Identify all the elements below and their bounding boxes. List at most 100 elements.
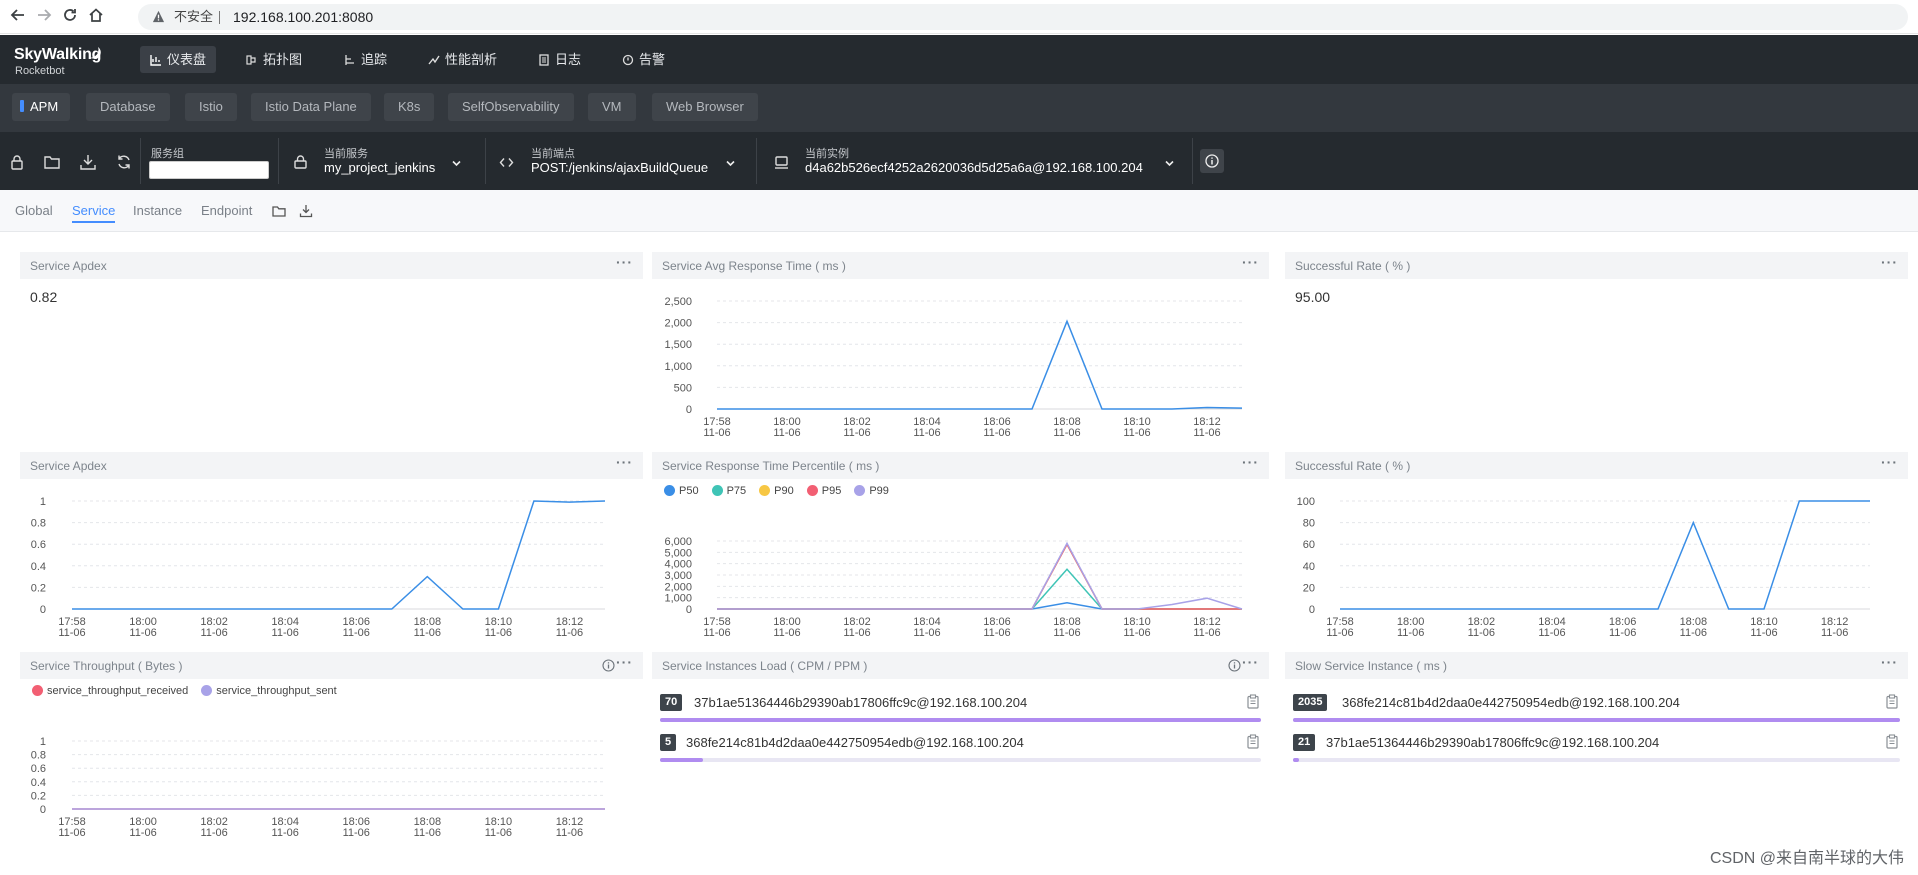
nav-profile[interactable]: 性能剖析 <box>418 46 507 73</box>
x-tick-sublabel: 11-06 <box>1397 627 1424 639</box>
address-bar[interactable]: 不安全 192.168.100.201:8080 <box>138 4 1908 30</box>
dashboard-icon <box>150 55 161 66</box>
layer-tab-apm[interactable]: APM <box>12 93 71 121</box>
clipboard-icon[interactable] <box>1885 694 1899 709</box>
layer-tab-selfobservability[interactable]: SelfObservability <box>448 93 574 121</box>
address-separator <box>219 11 220 24</box>
x-tick-sublabel: 11-06 <box>1609 627 1636 639</box>
list-item[interactable]: 2035 368fe214c81b4d2daa0e442750954edb@19… <box>1293 694 1900 730</box>
panel-header: Service Apdex ··· <box>20 252 643 279</box>
folder-icon[interactable] <box>272 204 286 218</box>
layer-tab-istio-data-plane[interactable]: Istio Data Plane <box>251 93 371 121</box>
x-tick-sublabel: 11-06 <box>703 627 730 639</box>
nav-alarm[interactable]: 告警 <box>612 46 675 73</box>
info-icon[interactable] <box>1228 659 1241 672</box>
layer-tab-selfobservability-label: SelfObservability <box>462 99 560 114</box>
current-endpoint-selector[interactable]: 当前端点 POST:/jenkins/ajaxBuildQueue <box>485 132 750 190</box>
y-tick-label: 80 <box>1303 518 1315 530</box>
instance-name: 368fe214c81b4d2daa0e442750954edb@192.168… <box>686 735 1024 750</box>
layer-tab-k8s[interactable]: K8s <box>384 93 435 121</box>
tab-instance[interactable]: Instance <box>133 190 182 232</box>
x-tick-sublabel: 11-06 <box>983 627 1010 639</box>
y-tick-label: 0 <box>686 604 692 616</box>
current-instance-selector[interactable]: 当前实例 d4a62b526ecf4252a2620036d5d25a6a@19… <box>756 132 1186 190</box>
layer-tab-apm-label: APM <box>30 99 59 114</box>
x-tick-sublabel: 11-06 <box>1123 627 1150 639</box>
nav-topology-label: 拓扑图 <box>263 52 303 67</box>
download-icon[interactable] <box>299 204 313 218</box>
list-item[interactable]: 5 368fe214c81b4d2daa0e442750954edb@192.1… <box>660 734 1261 770</box>
more-icon[interactable]: ··· <box>1881 654 1898 670</box>
x-tick-sublabel: 11-06 <box>843 627 870 639</box>
x-tick-sublabel: 11-06 <box>343 827 370 839</box>
x-tick-sublabel: 11-06 <box>200 627 227 639</box>
nav-trace[interactable]: 追踪 <box>334 46 397 73</box>
code-icon <box>499 158 514 167</box>
reload-icon[interactable] <box>60 7 80 27</box>
back-icon[interactable] <box>8 7 28 27</box>
service-throughput-panel: Service Throughput ( Bytes ) ··· service… <box>20 652 643 852</box>
list-item[interactable]: 70 37b1ae51364446b29390ab17806ffc9c@192.… <box>660 694 1261 730</box>
nav-log[interactable]: 日志 <box>528 46 591 73</box>
y-tick-label: 2,500 <box>664 296 692 308</box>
progress-track <box>660 758 1261 762</box>
app-top-nav: SkyWalking Rocketbot 仪表盘 拓扑图 追踪 性能剖析 日志 … <box>0 35 1918 84</box>
y-tick-label: 0 <box>40 604 46 616</box>
x-tick-sublabel: 11-06 <box>414 627 441 639</box>
series-line <box>717 542 1242 610</box>
series-line <box>717 319 1243 410</box>
layer-tab-database-label: Database <box>100 99 156 114</box>
url-text[interactable]: 192.168.100.201:8080 <box>233 4 373 30</box>
x-tick-sublabel: 11-06 <box>343 627 370 639</box>
y-tick-label: 0 <box>686 404 692 416</box>
service-group-input[interactable] <box>149 161 269 179</box>
nav-log-label: 日志 <box>555 52 582 67</box>
nav-topology[interactable]: 拓扑图 <box>236 46 312 73</box>
clipboard-icon[interactable] <box>1246 694 1260 709</box>
tab-endpoint[interactable]: Endpoint <box>201 190 252 232</box>
y-tick-label: 1,500 <box>664 339 692 351</box>
x-tick-sublabel: 11-06 <box>1821 627 1848 639</box>
current-service-selector[interactable]: 当前服务 my_project_jenkins <box>278 132 478 190</box>
layer-tab-web-browser[interactable]: Web Browser <box>652 93 758 121</box>
info-button[interactable] <box>1200 149 1224 173</box>
x-tick-sublabel: 11-06 <box>485 827 512 839</box>
x-tick-sublabel: 11-06 <box>129 827 156 839</box>
latency-value-badge: 21 <box>1293 734 1316 751</box>
layer-tab-istio-data-plane-label: Istio Data Plane <box>265 99 357 114</box>
x-tick-sublabel: 11-06 <box>773 627 800 639</box>
more-icon[interactable]: ··· <box>616 254 633 270</box>
x-tick-sublabel: 11-06 <box>485 627 512 639</box>
clipboard-icon[interactable] <box>1885 734 1899 749</box>
more-icon[interactable]: ··· <box>1881 254 1898 270</box>
home-icon[interactable] <box>86 7 106 27</box>
list-item[interactable]: 21 37b1ae51364446b29390ab17806ffc9c@192.… <box>1293 734 1900 770</box>
clipboard-icon[interactable] <box>1246 734 1260 749</box>
y-tick-label: 100 <box>1297 496 1315 508</box>
series-line <box>72 500 606 610</box>
progress-fill <box>660 758 703 762</box>
layer-tab-istio[interactable]: Istio <box>185 93 237 121</box>
layer-tab-bar: APM Database Istio Istio Data Plane K8s … <box>0 84 1918 132</box>
tab-global[interactable]: Global <box>15 190 53 232</box>
layer-tab-database[interactable]: Database <box>86 93 170 121</box>
x-tick-sublabel: 11-06 <box>773 427 800 439</box>
service-group-label: 服务组 <box>151 148 184 160</box>
layer-tab-vm[interactable]: VM <box>588 93 636 121</box>
forward-icon[interactable] <box>34 7 54 27</box>
slow-service-instance-panel: Slow Service Instance ( ms ) ··· 2035 36… <box>1285 652 1908 852</box>
browser-toolbar: 不安全 192.168.100.201:8080 <box>0 0 1918 34</box>
x-tick-sublabel: 11-06 <box>1053 427 1080 439</box>
y-tick-label: 1,000 <box>664 593 692 605</box>
tab-service[interactable]: Service <box>72 190 116 232</box>
selector-bar: 服务组 当前服务 my_project_jenkins 当前端点 POST:/j… <box>0 132 1918 190</box>
y-tick-label: 40 <box>1303 561 1315 573</box>
panel-header: Slow Service Instance ( ms ) ··· <box>1285 652 1908 679</box>
more-icon[interactable]: ··· <box>1242 654 1259 670</box>
panel-header: Service Instances Load ( CPM / PPM ) ··· <box>652 652 1269 679</box>
y-tick-label: 500 <box>674 382 692 394</box>
x-tick-sublabel: 11-06 <box>1193 627 1220 639</box>
nav-dashboard[interactable]: 仪表盘 <box>140 46 217 73</box>
x-tick-sublabel: 11-06 <box>1123 427 1150 439</box>
x-tick-sublabel: 11-06 <box>58 827 85 839</box>
